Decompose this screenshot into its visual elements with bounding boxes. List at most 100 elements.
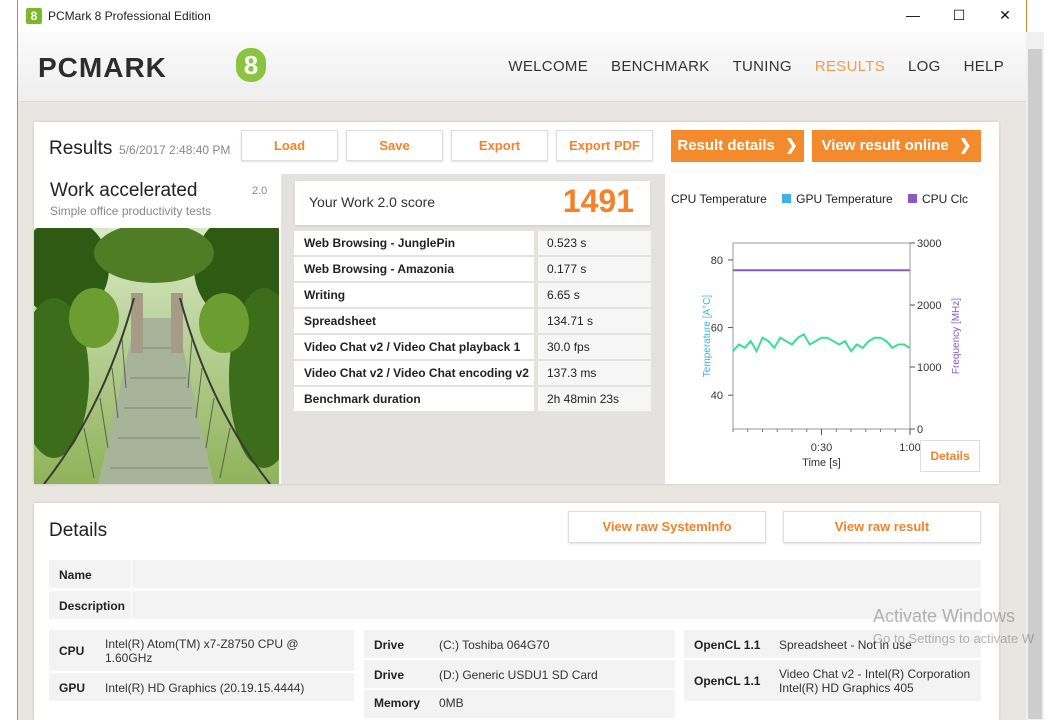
- opencl-label: OpenCL 1.1: [694, 638, 761, 652]
- result-rows: Web Browsing - JunglePin 0.523 s Web Brow…: [294, 231, 651, 413]
- memory-row: Memory 0MB: [364, 690, 675, 718]
- scrollbar-thumb[interactable]: [1028, 49, 1042, 719]
- result-row: Benchmark duration 2h 48min 23s: [294, 387, 651, 411]
- result-value: 137.3 ms: [538, 361, 651, 385]
- cpu-value: Intel(R) Atom(TM) x7-Z8750 CPU @ 1.60GHz: [105, 637, 299, 665]
- result-row: Spreadsheet 134.71 s: [294, 309, 651, 333]
- view-raw-result-button[interactable]: View raw result: [783, 511, 981, 543]
- result-row: Video Chat v2 / Video Chat encoding v2 13…: [294, 361, 651, 385]
- export-pdf-button[interactable]: Export PDF: [556, 130, 653, 161]
- activate-windows-watermark: Activate Windows: [873, 606, 1016, 626]
- result-details-button[interactable]: Result details ❯: [671, 130, 804, 162]
- pcmark-8-logo-mark: 8: [236, 48, 266, 82]
- y-left-tick-label: 80: [711, 255, 723, 267]
- chevron-right-icon: ❯: [785, 137, 798, 154]
- x-tick-label: 0:30: [811, 442, 832, 454]
- test-name: Work accelerated: [50, 180, 198, 201]
- result-value: 30.0 fps: [538, 335, 651, 359]
- scrollbar[interactable]: [1026, 32, 1044, 720]
- result-name: Video Chat v2 / Video Chat encoding v2: [294, 361, 534, 385]
- chart-svg: 40608001000200030000:30 1:00Time [s]Tempe…: [702, 238, 962, 469]
- result-row: Video Chat v2 / Video Chat playback 1 v2…: [294, 335, 651, 378]
- drive-label: Drive: [374, 668, 405, 682]
- save-button[interactable]: Save: [346, 130, 443, 161]
- x-tick-label: 1:00: [899, 442, 920, 454]
- y-left-axis-label: Temperature [A°C]: [702, 295, 713, 378]
- title-bar: 8 PCMark 8 Professional Edition — ☐ ✕: [18, 0, 1026, 32]
- nav-log[interactable]: LOG: [908, 58, 941, 75]
- drive-c-row: Drive (C:) Toshiba 064G70: [364, 630, 675, 658]
- rope-bridge-image: [34, 228, 279, 484]
- test-version: 2.0: [252, 185, 268, 197]
- nav-results[interactable]: RESULTS: [815, 58, 885, 75]
- view-raw-systeminfo-button[interactable]: View raw SystemInfo: [568, 511, 766, 543]
- maximize-button[interactable]: ☐: [936, 0, 982, 32]
- monitoring-chart: CPU Temperature GPU Temperature CPU Clc …: [669, 174, 999, 484]
- divider: [131, 560, 132, 588]
- result-name: Spreadsheet: [294, 309, 534, 333]
- y-right-tick-label: 1000: [917, 362, 941, 374]
- window-title: PCMark 8 Professional Edition: [48, 9, 211, 23]
- result-row: Writing 6.65 s: [294, 283, 651, 307]
- nav-tuning[interactable]: TUNING: [733, 58, 792, 75]
- gpu-value: Intel(R) HD Graphics (20.19.15.4444): [105, 681, 305, 695]
- y-right-tick-label: 0: [917, 424, 923, 436]
- score-box: Your Work 2.0 score 1491: [295, 181, 650, 225]
- main-nav: WELCOME BENCHMARK TUNING RESULTS LOG HEL…: [508, 58, 1004, 75]
- app-header: PCMARK 8 WELCOME BENCHMARK TUNING RESULT…: [18, 32, 1026, 102]
- opencl-label: OpenCL 1.1: [694, 674, 761, 688]
- result-value: 134.71 s: [538, 309, 651, 333]
- chevron-right-icon: ❯: [958, 137, 972, 154]
- nav-welcome[interactable]: WELCOME: [508, 58, 588, 75]
- result-name: Web Browsing - Amazonia: [294, 257, 534, 281]
- description-row: Description: [49, 591, 981, 619]
- memory-value: 0MB: [439, 696, 464, 710]
- result-value: 0.177 s: [538, 257, 651, 281]
- description-label: Description: [59, 599, 126, 613]
- view-result-online-label: View result online: [821, 137, 949, 154]
- rope-bridge-illustration: [34, 228, 279, 484]
- y-right-tick-label: 2000: [917, 300, 941, 312]
- memory-label: Memory: [374, 696, 421, 710]
- close-button[interactable]: ✕: [982, 0, 1028, 32]
- name-row: Name: [49, 560, 981, 588]
- details-panel: Details View raw SystemInfo View raw res…: [34, 503, 999, 720]
- results-title: Results: [49, 138, 113, 159]
- pcmark-logo: PCMARK: [38, 52, 167, 83]
- cpu-row: CPU Intel(R) Atom(TM) x7-Z8750 CPU @ 1.6…: [49, 630, 354, 671]
- result-value: 0.523 s: [538, 231, 651, 255]
- app-icon: 8: [26, 8, 42, 24]
- test-description: Simple office productivity tests: [50, 204, 212, 218]
- export-button[interactable]: Export: [451, 130, 548, 161]
- result-row: Web Browsing - JunglePin 0.523 s: [294, 231, 651, 255]
- result-details-label: Result details: [677, 137, 775, 154]
- load-button[interactable]: Load: [241, 130, 338, 161]
- opencl-videochat-row: OpenCL 1.1 Video Chat v2 - Intel(R) Corp…: [684, 660, 981, 701]
- y-left-tick-label: 40: [711, 390, 723, 402]
- y-right-tick-label: 3000: [917, 238, 941, 250]
- result-value: 6.65 s: [538, 283, 651, 307]
- result-name: Benchmark duration: [294, 387, 534, 411]
- chart-details-button[interactable]: Details: [920, 440, 980, 472]
- activate-windows-hint: Go to Settings to activate W: [873, 631, 1035, 646]
- details-title: Details: [49, 520, 108, 541]
- gpu-label: GPU: [59, 681, 86, 695]
- result-row: Web Browsing - Amazonia 0.177 s: [294, 257, 651, 281]
- minimize-button[interactable]: —: [890, 0, 936, 32]
- drive-d-row: Drive (D:) Generic USDU1 SD Card: [364, 660, 675, 688]
- results-panel: Results 5/6/2017 2:48:40 PM Load Save Ex…: [34, 122, 999, 484]
- drive-label: Drive: [374, 638, 405, 652]
- cpu-label: CPU: [59, 644, 85, 658]
- result-value: 2h 48min 23s: [538, 387, 651, 411]
- drive-value: (D:) Generic USDU1 SD Card: [439, 668, 598, 682]
- nav-help[interactable]: HELP: [964, 58, 1004, 75]
- result-name: Web Browsing - JunglePin: [294, 231, 534, 255]
- nav-benchmark[interactable]: BENCHMARK: [611, 58, 710, 75]
- y-right-axis-label: Frequency [MHz]: [951, 298, 962, 374]
- opencl-value: Video Chat v2 - Intel(R) Corporation Int…: [779, 667, 971, 695]
- result-name: Video Chat v2 / Video Chat playback 1 v2: [294, 335, 534, 378]
- view-result-online-button[interactable]: View result online ❯: [812, 130, 981, 162]
- results-date: 5/6/2017 2:48:40 PM: [119, 143, 231, 157]
- gpu-row: GPU Intel(R) HD Graphics (20.19.15.4444): [49, 673, 354, 701]
- divider: [131, 591, 132, 619]
